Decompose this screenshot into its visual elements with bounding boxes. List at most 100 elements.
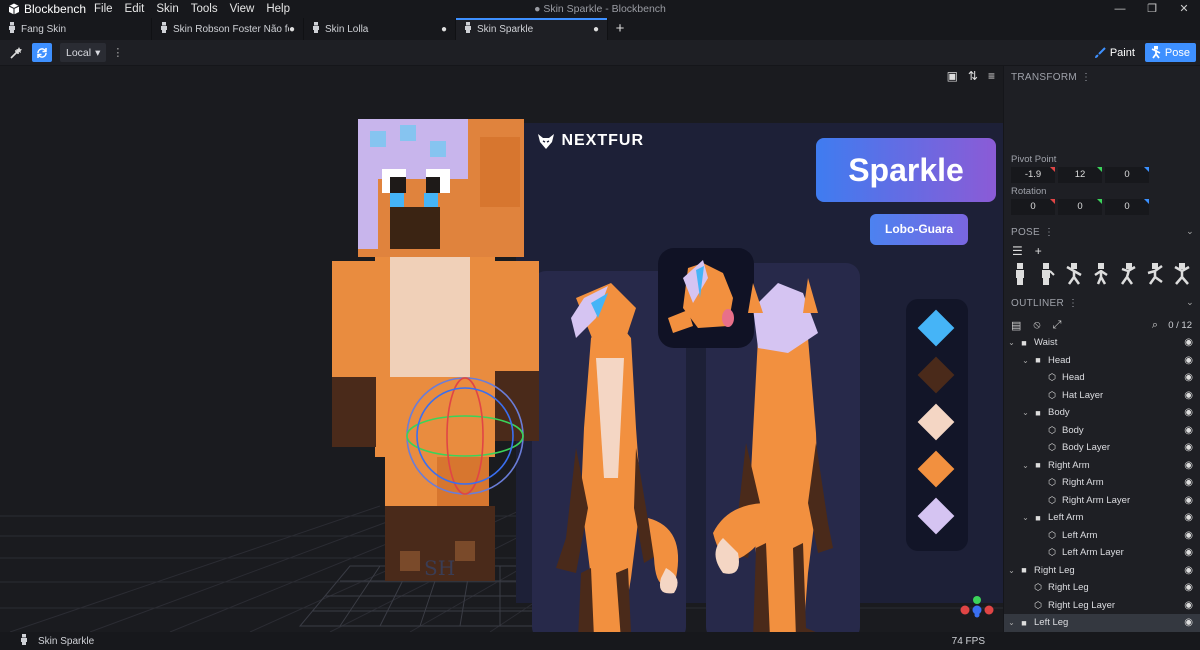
pose-mode-button[interactable]: Pose — [1144, 43, 1196, 62]
pose-panel-header[interactable]: POSE ⋮ ⌄ — [1004, 221, 1200, 243]
pivot-z-input[interactable]: 0 — [1105, 167, 1149, 183]
image-icon[interactable]: ▣ — [947, 69, 958, 83]
pivot-x-input[interactable]: -1.9 — [1011, 167, 1055, 183]
rotation-x-input[interactable]: 0 — [1011, 199, 1055, 215]
pose-preset-icon[interactable] — [1173, 263, 1191, 285]
selection-count: 0 / 12 — [1168, 319, 1192, 331]
pose-preset-icon[interactable] — [1011, 263, 1029, 285]
visibility-eye-icon[interactable]: ◉ — [1184, 407, 1193, 418]
outliner-row-label: Waist — [1034, 337, 1058, 349]
chevron-down-icon[interactable]: ⌄ — [1020, 408, 1031, 417]
outliner-group-row[interactable]: ⌄ ■ Left Arm ◉ — [1004, 509, 1200, 527]
palette-swatch — [917, 450, 955, 488]
outliner-cube-row[interactable]: ⬡ Right Arm Layer ◉ — [1004, 492, 1200, 510]
hide-icon[interactable]: ⦸ — [1033, 319, 1040, 332]
visibility-eye-icon[interactable]: ◉ — [1184, 512, 1193, 523]
axis-orientation-gizmo[interactable] — [955, 588, 999, 618]
pose-preset-icon[interactable] — [1092, 263, 1110, 285]
chevron-down-icon[interactable]: ⌄ — [1006, 566, 1017, 575]
menu-icon[interactable]: ≡ — [988, 69, 995, 83]
panel-menu-icon[interactable]: ⋮ — [1044, 227, 1054, 238]
minimize-button[interactable]: — — [1104, 0, 1136, 18]
sort-icon[interactable]: ⇅ — [968, 69, 978, 83]
search-icon[interactable]: ⌕ — [1152, 319, 1158, 332]
panel-menu-icon[interactable]: ⋮ — [1081, 72, 1091, 83]
menu-view[interactable]: View — [230, 3, 255, 15]
outliner-cube-row[interactable]: ⬡ Head ◉ — [1004, 369, 1200, 387]
visibility-eye-icon[interactable]: ◉ — [1184, 337, 1193, 348]
close-window-button[interactable]: ✕ — [1168, 0, 1200, 18]
visibility-eye-icon[interactable]: ◉ — [1184, 495, 1193, 506]
skin-model[interactable] — [330, 111, 560, 586]
list-icon[interactable]: ☰ — [1012, 244, 1023, 258]
panel-menu-icon[interactable]: ⋮ — [1068, 298, 1078, 309]
outliner-cube-row[interactable]: ⬡ Left Arm ◉ — [1004, 527, 1200, 545]
add-group-icon[interactable]: ▤ — [1011, 319, 1021, 332]
outliner-cube-row[interactable]: ⬡ Right Arm ◉ — [1004, 474, 1200, 492]
outliner-cube-row[interactable]: ⬡ Right Leg Layer ◉ — [1004, 597, 1200, 615]
chevron-down-icon[interactable]: ⌄ — [1006, 338, 1017, 347]
menu-edit[interactable]: Edit — [125, 3, 145, 15]
pose-preset-icon[interactable] — [1146, 263, 1164, 285]
visibility-eye-icon[interactable]: ◉ — [1184, 460, 1193, 471]
cube-icon: ⬡ — [1048, 529, 1056, 540]
rotate-tool-button[interactable] — [32, 43, 52, 62]
toolbar-more-icon[interactable]: ⋮ — [112, 46, 123, 59]
tab-skin-sparkle[interactable]: Skin Sparkle ● — [456, 18, 608, 40]
outliner-cube-row[interactable]: ⬡ Hat Layer ◉ — [1004, 387, 1200, 405]
chevron-down-icon[interactable]: ⌄ — [1006, 618, 1017, 627]
outliner-group-row[interactable]: ⌄ ■ Body ◉ — [1004, 404, 1200, 422]
outliner-cube-row[interactable]: ⬡ Body ◉ — [1004, 422, 1200, 440]
outliner-cube-row[interactable]: ⬡ Left Arm Layer ◉ — [1004, 544, 1200, 562]
transform-panel-header[interactable]: TRANSFORM ⋮ — [1004, 66, 1200, 88]
chevron-down-icon[interactable]: ⌄ — [1020, 461, 1031, 470]
outliner-group-row[interactable]: ⌄ ■ Left Leg ◉ — [1004, 614, 1200, 632]
visibility-eye-icon[interactable]: ◉ — [1184, 547, 1193, 558]
pivot-y-input[interactable]: 12 — [1058, 167, 1102, 183]
outliner-group-row[interactable]: ⌄ ■ Waist ◉ — [1004, 334, 1200, 352]
visibility-eye-icon[interactable]: ◉ — [1184, 355, 1193, 366]
pose-preset-icon[interactable] — [1119, 263, 1137, 285]
menu-tools[interactable]: Tools — [191, 3, 218, 15]
menu-skin[interactable]: Skin — [156, 3, 178, 15]
visibility-eye-icon[interactable]: ◉ — [1184, 617, 1193, 628]
tab-skin-lolla[interactable]: Skin Lolla ● — [304, 18, 456, 40]
outliner-row-label: Right Leg Layer — [1048, 599, 1116, 611]
3d-viewport[interactable]: ▣ ⇅ ≡ NEXTFUR Sparkle Lobo-Guara SH — [0, 66, 1003, 632]
paint-mode-button[interactable]: Paint — [1088, 43, 1141, 62]
menu-file[interactable]: File — [94, 3, 113, 15]
chevron-down-icon[interactable]: ⌄ — [1020, 356, 1031, 365]
rotation-y-input[interactable]: 0 — [1058, 199, 1102, 215]
menu-help[interactable]: Help — [266, 3, 290, 15]
tab-skin-robson[interactable]: Skin Robson Foster Não ferr ● — [152, 18, 304, 40]
transform-space-select[interactable]: Local ▾ — [60, 43, 107, 62]
transform-tool-button[interactable] — [6, 43, 26, 62]
visibility-eye-icon[interactable]: ◉ — [1184, 477, 1193, 488]
visibility-eye-icon[interactable]: ◉ — [1184, 425, 1193, 436]
pose-preset-icon[interactable] — [1038, 263, 1056, 285]
outliner-group-row[interactable]: ⌄ ■ Head ◉ — [1004, 352, 1200, 370]
visibility-eye-icon[interactable]: ◉ — [1184, 372, 1193, 383]
outliner-panel-header[interactable]: OUTLINER ⋮ ⌄ — [1004, 292, 1200, 314]
tab-fang-skin[interactable]: Fang Skin — [0, 18, 152, 40]
pose-preset-icon[interactable] — [1065, 263, 1083, 285]
maximize-button[interactable]: ❐ — [1136, 0, 1168, 18]
chevron-down-icon[interactable]: ⌄ — [1186, 226, 1194, 237]
visibility-eye-icon[interactable]: ◉ — [1184, 565, 1193, 576]
visibility-eye-icon[interactable]: ◉ — [1184, 442, 1193, 453]
chevron-down-icon[interactable]: ⌄ — [1186, 297, 1194, 308]
new-tab-button[interactable]: + — [608, 18, 632, 40]
visibility-eye-icon[interactable]: ◉ — [1184, 530, 1193, 541]
outliner-row-label: Head — [1048, 354, 1071, 366]
expand-icon[interactable]: ⤢ — [1053, 319, 1062, 332]
outliner-cube-row[interactable]: ⬡ Right Leg ◉ — [1004, 579, 1200, 597]
chevron-down-icon[interactable]: ⌄ — [1020, 513, 1031, 522]
outliner-group-row[interactable]: ⌄ ■ Right Leg ◉ — [1004, 562, 1200, 580]
add-icon[interactable]: + — [1035, 244, 1042, 258]
visibility-eye-icon[interactable]: ◉ — [1184, 582, 1193, 593]
outliner-cube-row[interactable]: ⬡ Body Layer ◉ — [1004, 439, 1200, 457]
visibility-eye-icon[interactable]: ◉ — [1184, 600, 1193, 611]
visibility-eye-icon[interactable]: ◉ — [1184, 390, 1193, 401]
rotation-z-input[interactable]: 0 — [1105, 199, 1149, 215]
outliner-group-row[interactable]: ⌄ ■ Right Arm ◉ — [1004, 457, 1200, 475]
